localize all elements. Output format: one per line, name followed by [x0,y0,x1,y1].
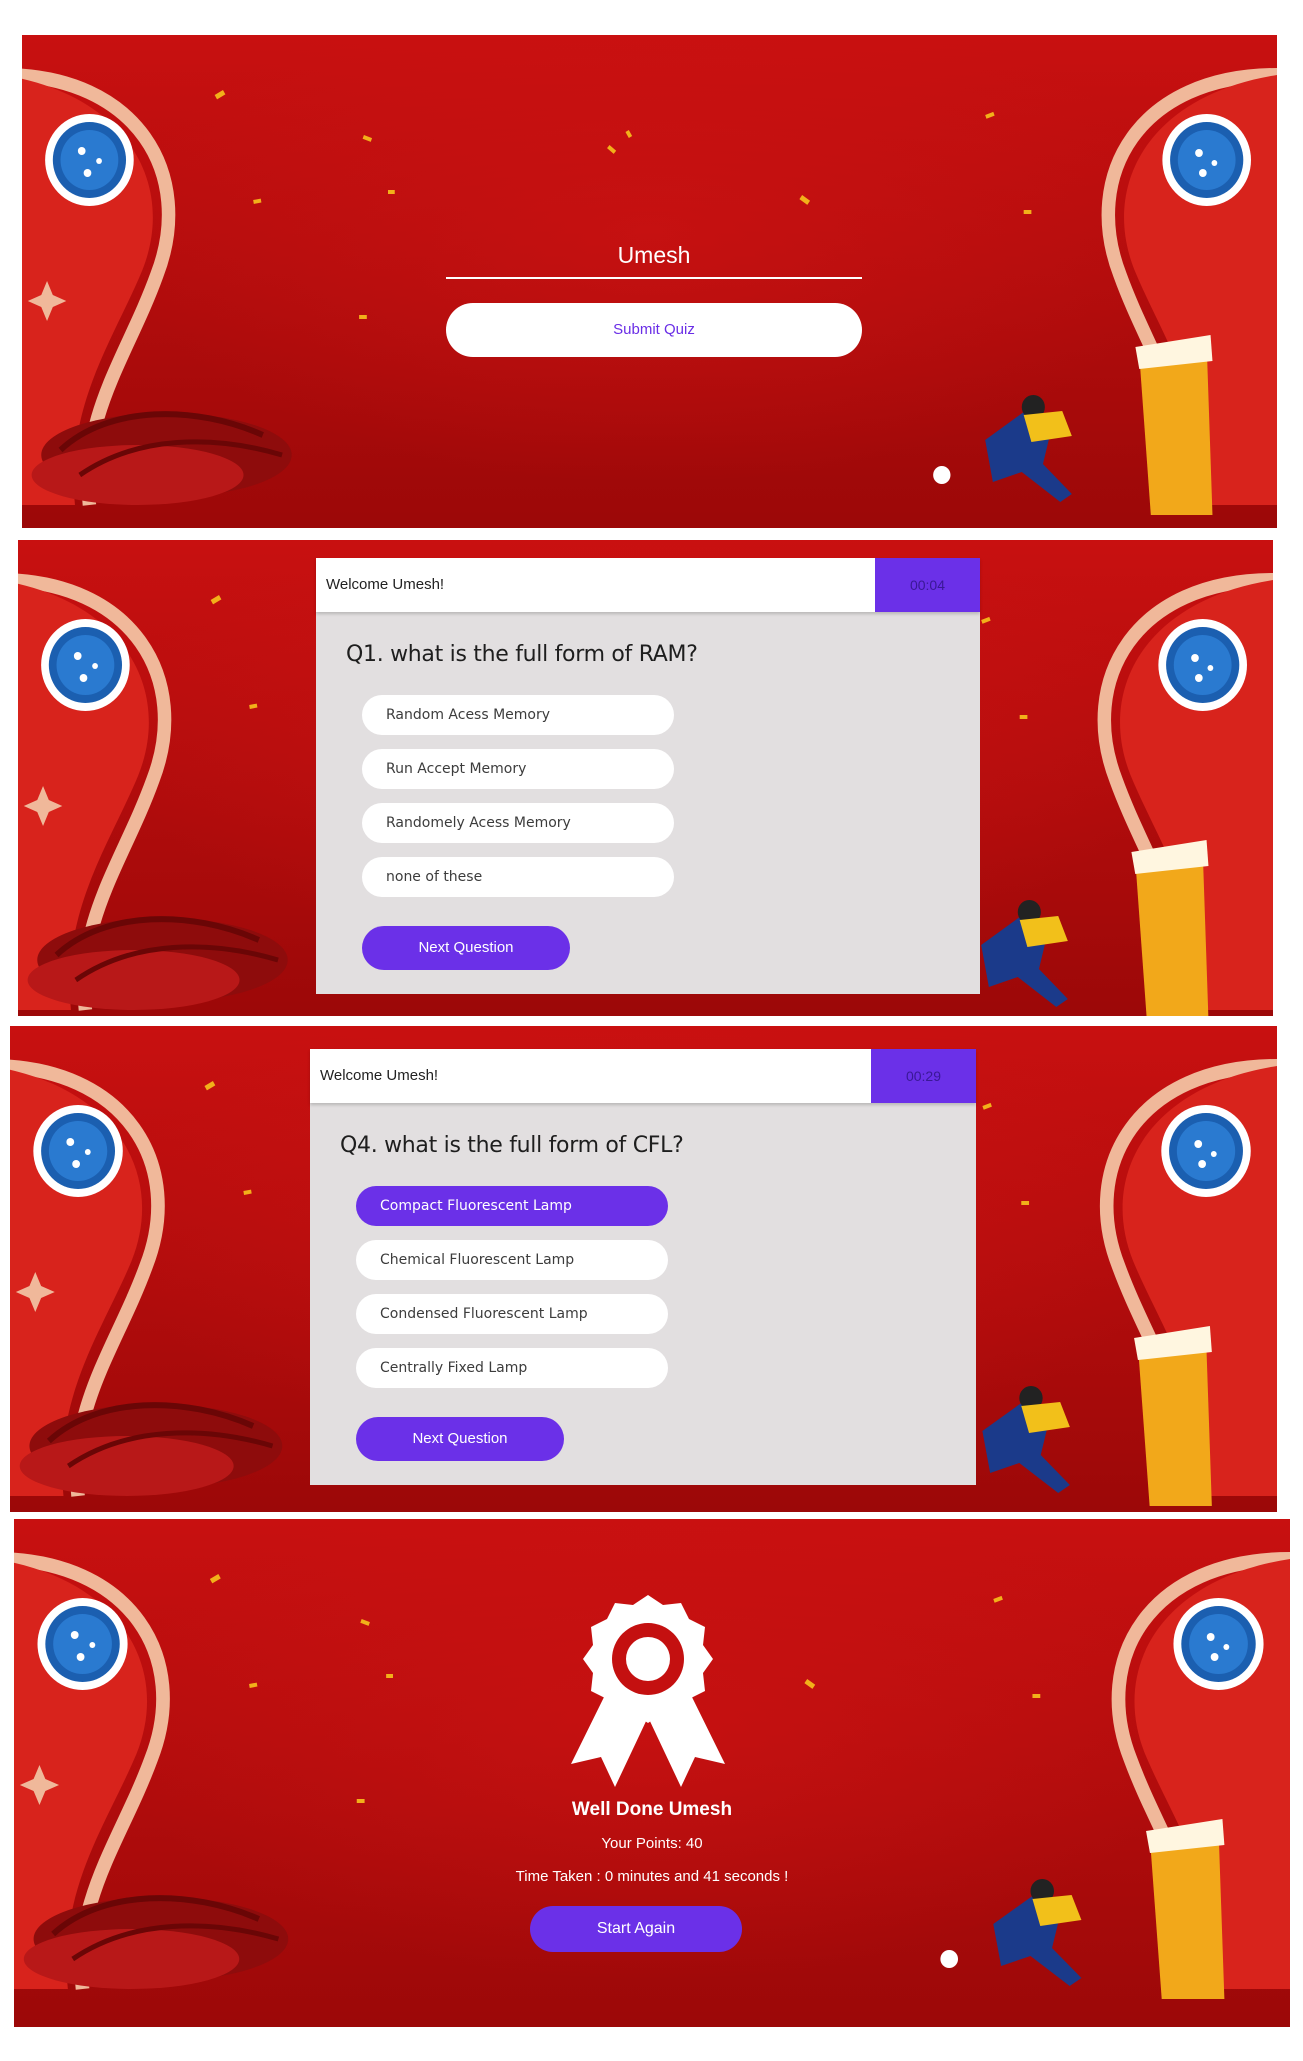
quiz-header: Welcome Umesh! 00:29 [310,1049,976,1103]
result-screen: Well Done Umesh Your Points: 40 Time Tak… [14,1519,1290,2027]
quiz-header: Welcome Umesh! 00:04 [316,558,980,612]
timer: 00:04 [875,558,980,612]
worldcup-background-decoration [22,35,1277,528]
start-again-button[interactable]: Start Again [530,1906,742,1952]
answer-option[interactable]: Condensed Fluorescent Lamp [356,1294,668,1334]
answer-option[interactable]: Chemical Fluorescent Lamp [356,1240,668,1280]
question-text: Q1. what is the full form of RAM? [346,642,698,667]
award-ribbon-icon [571,1595,725,1787]
answer-option[interactable]: none of these [362,857,674,897]
name-input[interactable]: Umesh [446,233,862,279]
result-title: Well Done Umesh [571,1799,733,1820]
next-question-button[interactable]: Next Question [356,1417,564,1461]
answer-option-selected[interactable]: Compact Fluorescent Lamp [356,1186,668,1226]
question-text: Q4. what is the full form of CFL? [340,1133,684,1158]
quiz-screen-q1: Welcome Umesh! 00:04 Q1. what is the ful… [18,540,1273,1016]
points-text: Your Points: 40 [601,1835,703,1852]
login-screen: Umesh Submit Quiz [22,35,1277,528]
answer-option[interactable]: Centrally Fixed Lamp [356,1348,668,1388]
welcome-text: Welcome Umesh! [320,1067,439,1084]
quiz-card: Welcome Umesh! 00:04 Q1. what is the ful… [316,558,980,994]
quiz-card: Welcome Umesh! 00:29 Q4. what is the ful… [310,1049,976,1485]
quiz-screen-q4: Welcome Umesh! 00:29 Q4. what is the ful… [10,1026,1277,1512]
welcome-text: Welcome Umesh! [326,576,445,593]
timer: 00:29 [871,1049,976,1103]
submit-quiz-button[interactable]: Submit Quiz [446,303,862,357]
answer-option[interactable]: Randomely Acess Memory [362,803,674,843]
answer-option[interactable]: Random Acess Memory [362,695,674,735]
time-taken-text: Time Taken : 0 minutes and 41 seconds ! [515,1868,789,1885]
answer-option[interactable]: Run Accept Memory [362,749,674,789]
next-question-button[interactable]: Next Question [362,926,570,970]
